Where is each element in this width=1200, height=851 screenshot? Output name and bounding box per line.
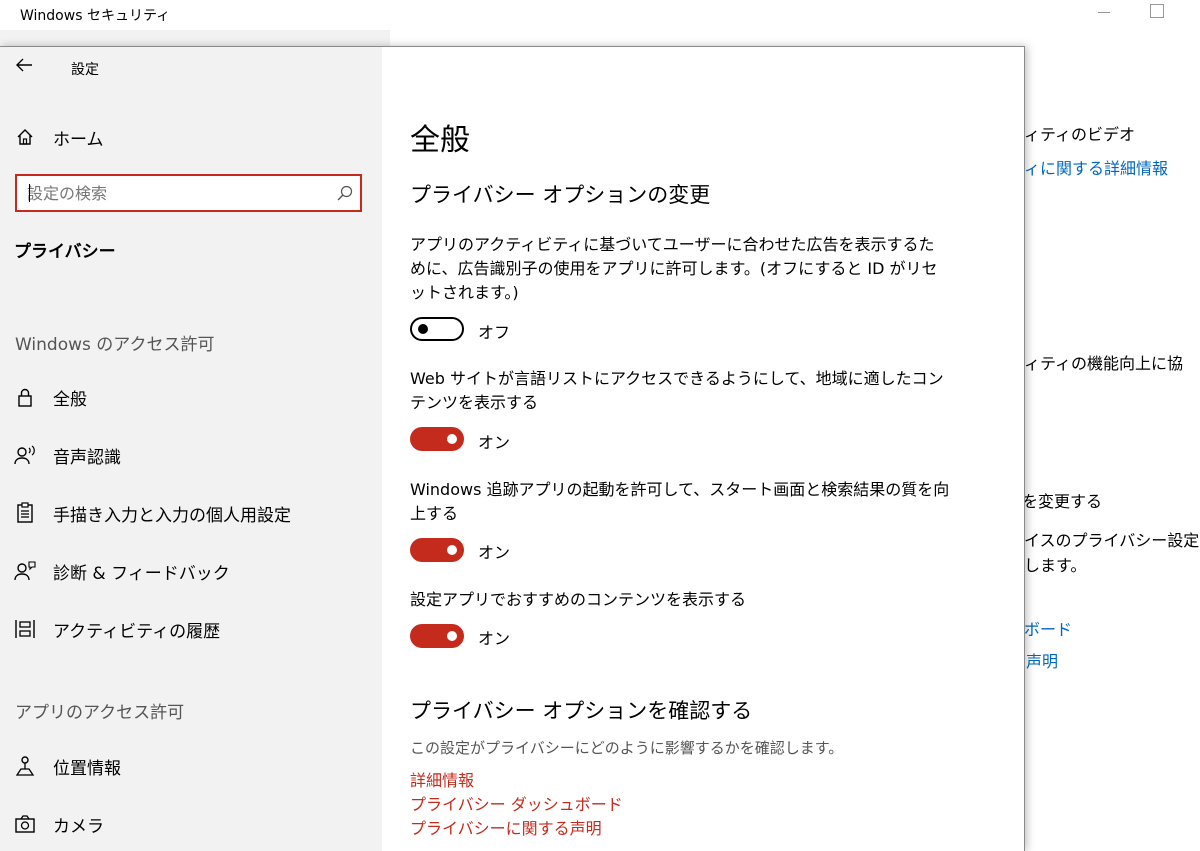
nav-item-general[interactable]: 全般 <box>0 377 382 417</box>
nav-item-feedback[interactable]: 診断 & フィードバック <box>0 551 382 591</box>
background-text: ィティの機能向上に協 <box>1024 354 1184 373</box>
background-minimize-button[interactable] <box>1094 2 1114 22</box>
nav-item-label: 診断 & フィードバック <box>53 563 230 584</box>
background-link[interactable]: 声明 <box>1026 648 1058 672</box>
nav-item-label: アクティビティの履歴 <box>53 621 221 642</box>
section-description: この設定がプライバシーにどのように影響するかを確認します。 <box>410 739 844 757</box>
speech-icon <box>14 444 36 466</box>
privacy-dashboard-link[interactable]: プライバシー ダッシュボード <box>410 791 623 815</box>
background-maximize-button[interactable] <box>1150 4 1164 18</box>
section-title-review-options: プライバシー オプションを確認する <box>410 699 753 723</box>
background-window-title: Windows セキュリティ <box>20 8 171 24</box>
camera-icon <box>14 813 36 835</box>
nav-item-speech[interactable]: 音声認識 <box>0 435 382 475</box>
nav-item-label: 全般 <box>53 389 87 410</box>
nav-item-activity-history[interactable]: アクティビティの履歴 <box>0 609 382 649</box>
language-list-toggle[interactable] <box>410 427 464 451</box>
text-caret <box>29 184 30 202</box>
background-text: イスのプライバシー設定 <box>1024 531 1200 550</box>
nav-item-inking[interactable]: 手描き入力と入力の個人用設定 <box>0 493 382 533</box>
lock-icon <box>14 386 36 408</box>
toggle-knob <box>447 434 457 444</box>
section-title-change-options: プライバシー オプションの変更 <box>410 183 711 207</box>
search-box[interactable] <box>15 174 362 212</box>
page-title: 全般 <box>410 123 470 158</box>
back-arrow-icon[interactable] <box>12 55 36 79</box>
search-input[interactable] <box>27 182 317 204</box>
nav-home-label: ホーム <box>53 129 104 150</box>
toggle-knob <box>447 631 457 641</box>
nav-home[interactable]: ホーム <box>0 117 382 157</box>
nav-item-label: 位置情報 <box>53 758 121 779</box>
search-icon[interactable] <box>336 184 354 202</box>
advertising-id-toggle[interactable] <box>410 317 464 341</box>
background-link[interactable]: ボード <box>1024 616 1072 640</box>
toggle-state-label: オン <box>478 433 511 452</box>
nav-item-location[interactable]: 位置情報 <box>0 746 382 786</box>
toggle-state-label: オン <box>478 543 511 562</box>
app-permissions-heading: アプリのアクセス許可 <box>15 703 185 723</box>
nav-item-camera[interactable]: カメラ <box>0 804 382 844</box>
settings-content-pane: 全般 プライバシー オプションの変更 アプリのアクティビティに基づいてユーザーに… <box>382 47 1024 851</box>
learn-more-link[interactable]: 詳細情報 <box>410 767 474 791</box>
settings-window-title: 設定 <box>71 62 99 78</box>
clipboard-icon <box>14 502 36 524</box>
settings-nav-pane: 設定 ホーム プライバシー Windows のアクセス許可 全般 <box>0 47 382 851</box>
app-launch-tracking-toggle[interactable] <box>410 538 464 562</box>
option-description: Windows 追跡アプリの起動を許可して、スタート画面と検索結果の質を向上する <box>410 480 950 523</box>
background-text: します。 <box>1024 556 1087 575</box>
nav-item-label: 音声認識 <box>53 447 121 468</box>
option-description: アプリのアクティビティに基づいてユーザーに合わせた広告を表示するために、広告識別… <box>410 235 938 302</box>
option-description: 設定アプリでおすすめのコンテンツを表示する <box>410 590 747 609</box>
suggested-content-toggle[interactable] <box>410 624 464 648</box>
current-category-heading: プライバシー <box>14 242 116 262</box>
feedback-icon <box>14 560 36 582</box>
timeline-icon <box>14 618 36 640</box>
windows-permissions-heading: Windows のアクセス許可 <box>15 335 215 355</box>
option-description: Web サイトが言語リストにアクセスできるようにして、地域に適したコンテンツを表… <box>410 369 944 412</box>
background-link[interactable]: ィに関する詳細情報 <box>1024 155 1168 179</box>
settings-window: 設定 ホーム プライバシー Windows のアクセス許可 全般 <box>0 46 1025 851</box>
toggle-state-label: オン <box>478 629 511 648</box>
background-titlebar: Windows セキュリティ <box>0 0 1200 30</box>
location-icon <box>14 755 36 777</box>
toggle-knob <box>447 545 457 555</box>
home-icon <box>14 126 36 148</box>
background-text: を変更する <box>1022 492 1103 511</box>
nav-item-label: 手描き入力と入力の個人用設定 <box>53 505 291 526</box>
nav-item-label: カメラ <box>53 816 104 837</box>
background-text: ィティのビデオ <box>1024 125 1136 144</box>
toggle-knob <box>418 324 428 334</box>
privacy-statement-link[interactable]: プライバシーに関する声明 <box>410 815 602 839</box>
toggle-state-label: オフ <box>478 323 511 342</box>
